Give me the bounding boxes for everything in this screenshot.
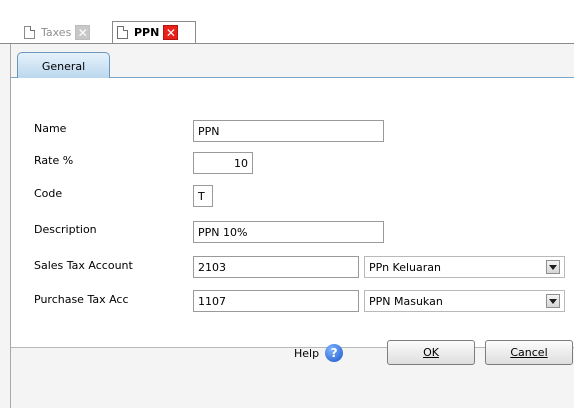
tab-general[interactable]: General [17,52,110,79]
close-icon[interactable]: ✕ [163,25,179,40]
name-field[interactable]: PPN [193,120,384,142]
general-form: Name PPN Rate % 10 Code T Description PP… [11,78,574,348]
doc-tab-ppn[interactable]: PPN ✕ [112,21,196,44]
description-field[interactable]: PPN 10% [193,221,384,243]
doc-tab-taxes[interactable]: Taxes ✕ [20,21,106,44]
purchase-tax-acc-name: PPN Masukan [369,294,443,308]
help-label: Help [294,346,320,360]
ok-button-label: OK [423,346,439,359]
sales-tax-account-field[interactable]: 2103 [193,256,359,278]
help-icon[interactable]: ? [325,344,344,362]
document-icon [117,26,128,39]
rate-field[interactable]: 10 [193,152,253,174]
chevron-down-icon[interactable] [546,294,560,308]
purchase-tax-acc-select[interactable]: PPN Masukan [364,290,565,312]
ok-button[interactable]: OK [387,340,475,365]
form-panel: General Name PPN Rate % 10 Code T Descri… [10,44,574,408]
close-icon[interactable]: ✕ [75,25,91,40]
cancel-button-label: Cancel [510,346,548,359]
doc-tab-ppn-label: PPN [134,26,160,39]
rate-label: Rate % [34,154,74,167]
document-icon [24,26,35,39]
description-label: Description [34,223,97,236]
purchase-tax-acc-field[interactable]: 1107 [193,290,359,312]
sales-tax-account-select[interactable]: PPn Keluaran [364,256,565,278]
purchase-tax-acc-label: Purchase Tax Acc [34,293,129,306]
code-field[interactable]: T [193,185,213,207]
code-label: Code [34,187,63,200]
tax-editor-window: Taxes ✕ PPN ✕ General Name PPN Rate % 10… [0,0,574,408]
sales-tax-account-name: PPn Keluaran [369,260,441,274]
chevron-down-icon[interactable] [546,260,560,274]
section-tab-strip: General [11,50,574,79]
name-label: Name [34,122,67,135]
doc-tab-taxes-label: Taxes [41,26,72,39]
document-tab-strip: Taxes ✕ PPN ✕ [0,0,574,44]
cancel-button[interactable]: Cancel [485,340,573,365]
help-link[interactable]: Help ? [294,343,344,363]
sales-tax-account-label: Sales Tax Account [34,259,133,272]
